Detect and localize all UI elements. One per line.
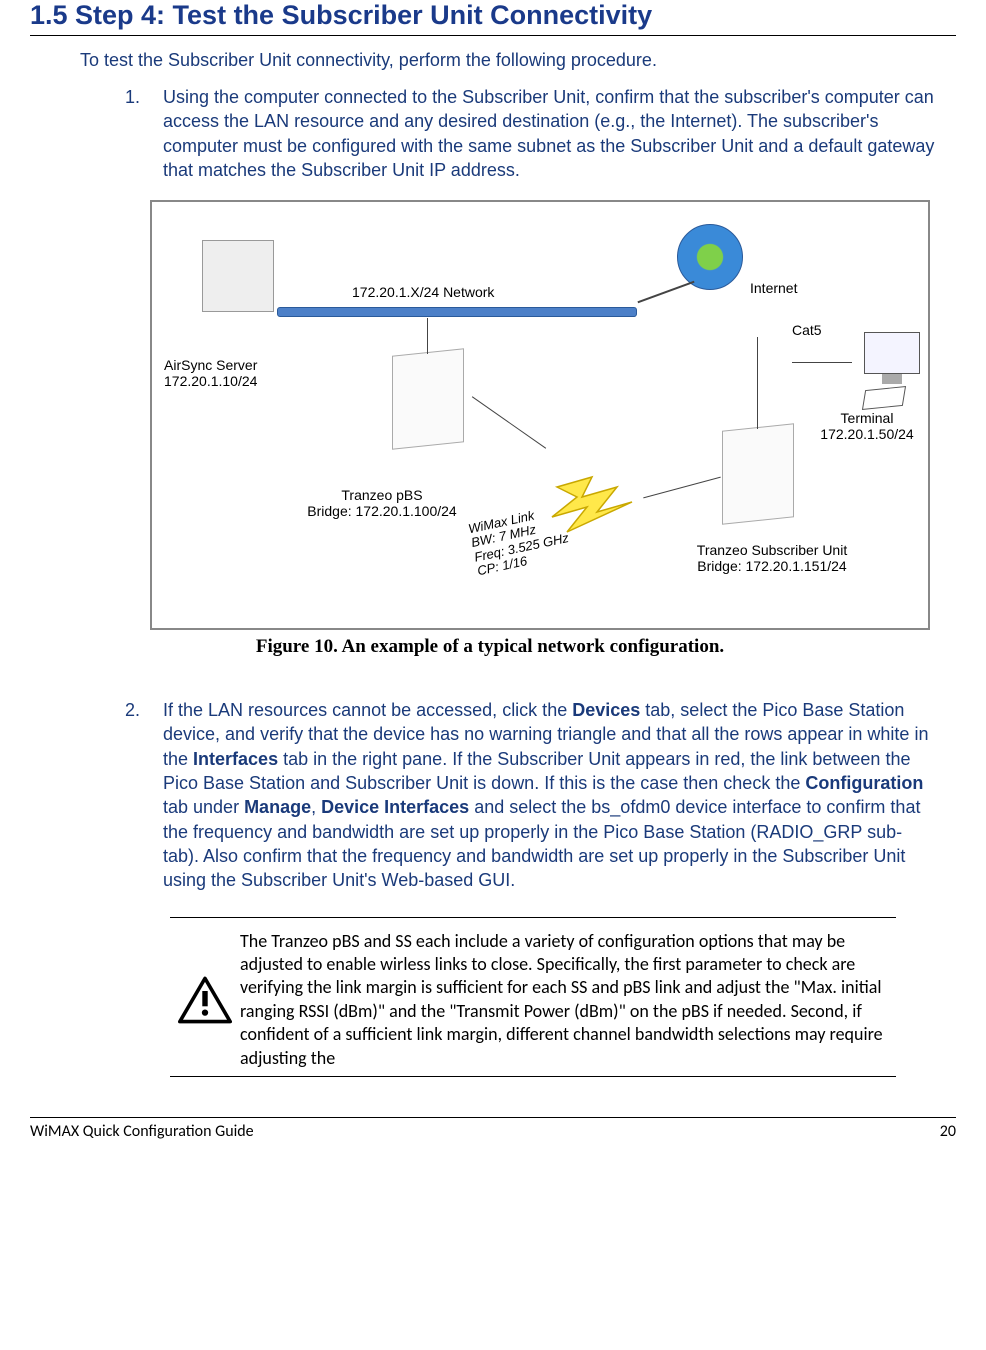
ui-term: Manage <box>244 797 311 817</box>
text: , <box>311 797 321 817</box>
terminal-label: Terminal172.20.1.50/24 <box>802 410 932 442</box>
note-text: The Tranzeo pBS and SS each include a va… <box>240 924 896 1076</box>
network-diagram: AirSync Server172.20.1.10/24 172.20.1.X/… <box>150 200 930 630</box>
list-number: 1. <box>125 85 163 182</box>
server-icon <box>202 240 274 312</box>
page-footer: WiMAX Quick Configuration Guide 20 <box>30 1117 956 1161</box>
ordered-item-2: 2. If the LAN resources cannot be access… <box>125 698 936 892</box>
footer-title: WiMAX Quick Configuration Guide <box>30 1122 254 1141</box>
ui-term: Configuration <box>805 773 923 793</box>
pbs-label: Tranzeo pBSBridge: 172.20.1.100/24 <box>252 487 512 519</box>
section-heading: 1.5 Step 4: Test the Subscriber Unit Con… <box>30 0 956 36</box>
su-label: Tranzeo Subscriber UnitBridge: 172.20.1.… <box>642 542 902 574</box>
pbs-icon <box>392 348 464 450</box>
text: If the LAN resources cannot be accessed,… <box>163 700 572 720</box>
internet-icon <box>677 224 743 290</box>
list-text: Using the computer connected to the Subs… <box>163 85 936 182</box>
page-number: 20 <box>940 1122 956 1141</box>
ui-term: Devices <box>572 700 640 720</box>
internet-label: Internet <box>750 280 797 296</box>
list-text: If the LAN resources cannot be accessed,… <box>163 698 936 892</box>
list-number: 2. <box>125 698 163 892</box>
su-icon <box>722 423 794 525</box>
terminal-icon <box>852 332 932 402</box>
ordered-item-1: 1. Using the computer connected to the S… <box>125 85 936 182</box>
figure-caption: Figure 10. An example of a typical netwo… <box>30 636 950 658</box>
intro-text: To test the Subscriber Unit connectivity… <box>80 50 956 71</box>
ui-term: Device Interfaces <box>321 797 469 817</box>
airsync-label: AirSync Server172.20.1.10/24 <box>164 357 257 389</box>
warning-note: The Tranzeo pBS and SS each include a va… <box>170 917 896 1077</box>
ui-term: Interfaces <box>193 749 278 769</box>
cat5-label: Cat5 <box>792 322 822 338</box>
network-label: 172.20.1.X/24 Network <box>352 284 494 300</box>
text: tab under <box>163 797 244 817</box>
warning-icon <box>170 924 240 1076</box>
network-bar <box>277 307 637 317</box>
